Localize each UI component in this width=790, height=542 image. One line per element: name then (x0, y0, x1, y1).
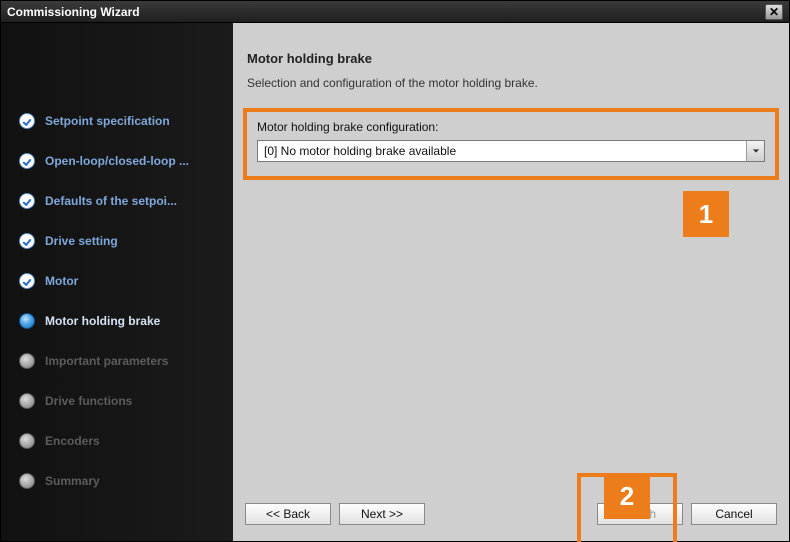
motor-brake-select-value[interactable] (257, 140, 765, 162)
step-setpoint-specification[interactable]: Setpoint specification (19, 113, 225, 129)
current-step-icon (19, 313, 35, 329)
wizard-steps-sidebar: Setpoint specification Open-loop/closed-… (1, 23, 233, 541)
step-label: Motor holding brake (45, 314, 160, 328)
step-label: Important parameters (45, 354, 168, 368)
annotation-callout-2: 2 (604, 473, 650, 519)
step-motor-holding-brake[interactable]: Motor holding brake (19, 313, 225, 329)
main-panel: Motor holding brake Selection and config… (233, 23, 789, 541)
page-description: Selection and configuration of the motor… (247, 76, 775, 90)
check-icon (19, 193, 35, 209)
motor-brake-select[interactable] (257, 140, 765, 162)
close-icon: ✕ (769, 6, 779, 18)
window-body: Setpoint specification Open-loop/closed-… (1, 23, 789, 541)
next-button[interactable]: Next >> (339, 503, 425, 525)
wizard-button-row: << Back Next >> Finish Cancel (233, 499, 789, 529)
step-label: Defaults of the setpoi... (45, 194, 177, 208)
title-bar: Commissioning Wizard ✕ (1, 1, 789, 23)
step-encoders: Encoders (19, 433, 225, 449)
step-defaults-setpoint[interactable]: Defaults of the setpoi... (19, 193, 225, 209)
step-important-parameters[interactable]: Important parameters (19, 353, 225, 369)
window-title: Commissioning Wizard (7, 5, 765, 19)
step-open-loop-closed-loop[interactable]: Open-loop/closed-loop ... (19, 153, 225, 169)
callout-number: 2 (620, 481, 634, 512)
config-label: Motor holding brake configuration: (257, 120, 765, 134)
step-label: Setpoint specification (45, 114, 170, 128)
chevron-down-icon (752, 147, 760, 155)
step-label: Drive functions (45, 394, 132, 408)
step-drive-setting[interactable]: Drive setting (19, 233, 225, 249)
commissioning-wizard-window: Commissioning Wizard ✕ Setpoint specific… (0, 0, 790, 542)
step-label: Motor (45, 274, 78, 288)
pending-step-icon (19, 433, 35, 449)
step-motor[interactable]: Motor (19, 273, 225, 289)
check-icon (19, 273, 35, 289)
step-label: Encoders (45, 434, 100, 448)
dropdown-arrow-icon[interactable] (746, 141, 764, 161)
step-label: Drive setting (45, 234, 118, 248)
check-icon (19, 153, 35, 169)
step-summary: Summary (19, 473, 225, 489)
step-label: Open-loop/closed-loop ... (45, 154, 189, 168)
check-icon (19, 233, 35, 249)
annotation-callout-1: 1 (683, 191, 729, 237)
back-button[interactable]: << Back (245, 503, 331, 525)
pending-step-icon (19, 393, 35, 409)
check-icon (19, 113, 35, 129)
pending-step-icon (19, 473, 35, 489)
config-highlight-box: Motor holding brake configuration: (243, 108, 779, 180)
close-button[interactable]: ✕ (765, 4, 783, 20)
pending-step-icon (19, 353, 35, 369)
step-label: Summary (45, 474, 100, 488)
step-drive-functions: Drive functions (19, 393, 225, 409)
page-title: Motor holding brake (247, 51, 775, 66)
callout-number: 1 (699, 199, 713, 230)
main-header: Motor holding brake Selection and config… (233, 23, 789, 108)
cancel-button[interactable]: Cancel (691, 503, 777, 525)
